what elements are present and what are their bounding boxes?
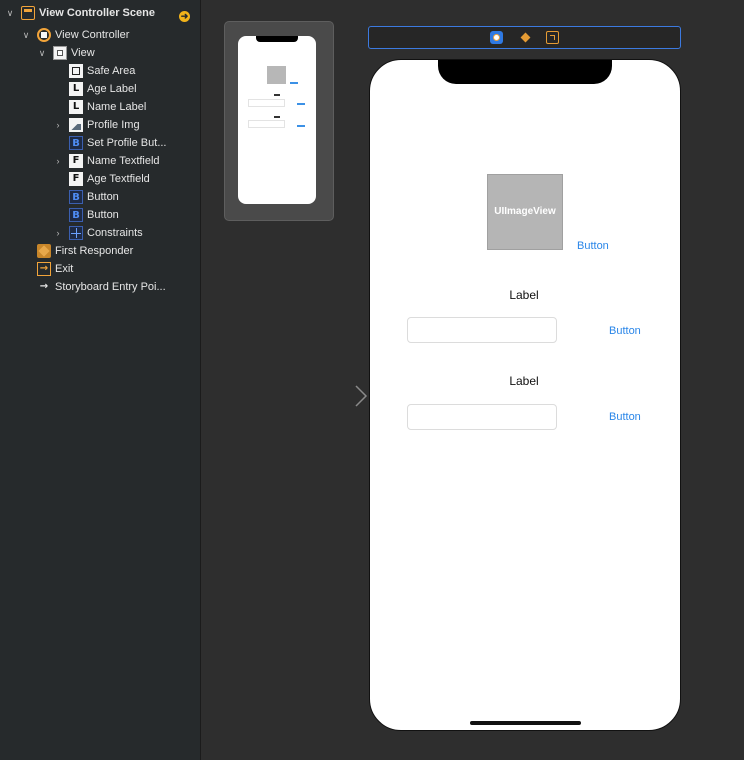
outline-label: Constraints	[87, 227, 143, 239]
minimap-button	[290, 82, 298, 84]
outline-label: Age Textfield	[87, 173, 150, 185]
outline-item-view[interactable]: ∨ View	[0, 44, 200, 62]
outline-label: Profile Img	[87, 119, 140, 131]
outline-label: Storyboard Entry Poi...	[55, 281, 166, 293]
home-indicator	[470, 721, 581, 725]
view-controller-icon[interactable]	[490, 31, 503, 44]
outline-item-constraints[interactable]: › Constraints	[0, 224, 200, 242]
device-notch	[438, 60, 612, 84]
cube-icon	[37, 244, 51, 258]
view-controller-icon	[37, 28, 51, 42]
outline-item-exit[interactable]: Exit	[0, 260, 200, 278]
scene-icon	[21, 6, 35, 20]
view-icon	[53, 46, 67, 60]
document-outline: ∨ View Controller Scene ➜ ∨ View Control…	[0, 0, 201, 760]
chevron-down-icon[interactable]: ∨	[37, 44, 47, 62]
minimap-button	[297, 125, 305, 127]
outline-item-view-controller[interactable]: ∨ View Controller	[0, 26, 200, 44]
minimap-phone	[238, 36, 316, 204]
outline-label: Set Profile But...	[87, 137, 167, 149]
image-view-icon	[69, 118, 83, 132]
minimap-label	[274, 116, 280, 118]
age-textfield[interactable]	[407, 404, 557, 430]
minimap-field	[248, 99, 285, 107]
outline-label: Age Label	[87, 83, 137, 95]
label-icon: L	[69, 100, 83, 114]
scene-badge-icon[interactable]: ➜	[179, 11, 190, 22]
name-button[interactable]: Button	[609, 324, 641, 338]
minimap-image	[267, 66, 286, 84]
constraints-icon	[69, 226, 83, 240]
textfield-icon: F	[69, 154, 83, 168]
outline-item-profile-img[interactable]: › Profile Img	[0, 116, 200, 134]
label-icon: L	[69, 82, 83, 96]
button-icon: B	[69, 190, 83, 204]
minimap-label	[274, 94, 280, 96]
outline-item-name-textfield[interactable]: › F Name Textfield	[0, 152, 200, 170]
minimap-field	[248, 120, 285, 128]
outline-item-button[interactable]: B Button	[0, 188, 200, 206]
outline-item-storyboard-entry-point[interactable]: → Storyboard Entry Poi...	[0, 278, 200, 296]
exit-icon[interactable]	[546, 31, 559, 44]
minimap-button	[297, 103, 305, 105]
name-label[interactable]: Label	[484, 288, 564, 302]
outline-item-scene[interactable]: ∨ View Controller Scene ➜	[0, 4, 200, 22]
set-profile-button[interactable]: Button	[577, 239, 609, 253]
outline-item-safe-area[interactable]: Safe Area	[0, 62, 200, 80]
outline-item-name-label[interactable]: L Name Label	[0, 98, 200, 116]
chevron-down-icon[interactable]: ∨	[5, 4, 15, 22]
outline-item-button[interactable]: B Button	[0, 206, 200, 224]
outline-label: Button	[87, 191, 119, 203]
outline-label: View	[71, 47, 95, 59]
outline-label: First Responder	[55, 245, 134, 257]
outline-label: Name Textfield	[87, 155, 160, 167]
cube-icon[interactable]	[519, 31, 532, 44]
safe-area-icon	[69, 64, 83, 78]
outline-label: View Controller Scene	[39, 7, 155, 19]
textfield-icon: F	[69, 172, 83, 186]
outline-item-first-responder[interactable]: First Responder	[0, 242, 200, 260]
chevron-down-icon[interactable]: ∨	[21, 26, 31, 44]
arrow-right-icon: →	[39, 281, 49, 292]
button-icon: B	[69, 136, 83, 150]
entry-point-arrow-icon[interactable]	[296, 385, 368, 407]
chevron-right-icon[interactable]: ›	[53, 116, 63, 134]
outline-label: Exit	[55, 263, 74, 275]
outline-item-age-label[interactable]: L Age Label	[0, 80, 200, 98]
outline-label: Safe Area	[87, 65, 136, 77]
name-textfield[interactable]	[407, 317, 557, 343]
outline-label: Name Label	[87, 101, 147, 113]
iphone-canvas[interactable]: UIImageView Button Label Button Label Bu…	[369, 59, 681, 731]
outline-item-set-profile-button[interactable]: B Set Profile But...	[0, 134, 200, 152]
exit-icon	[37, 262, 51, 276]
minimap-notch	[256, 36, 298, 42]
button-icon: B	[69, 208, 83, 222]
age-label[interactable]: Label	[484, 374, 564, 388]
profile-image-view[interactable]: UIImageView	[487, 174, 563, 250]
outline-label: Button	[87, 209, 119, 221]
scene-dock	[368, 26, 681, 49]
chevron-right-icon[interactable]: ›	[53, 224, 63, 242]
outline-label: View Controller	[55, 29, 130, 41]
minimap[interactable]	[224, 21, 334, 221]
outline-item-age-textfield[interactable]: F Age Textfield	[0, 170, 200, 188]
chevron-right-icon[interactable]: ›	[53, 152, 63, 170]
age-button[interactable]: Button	[609, 410, 641, 424]
